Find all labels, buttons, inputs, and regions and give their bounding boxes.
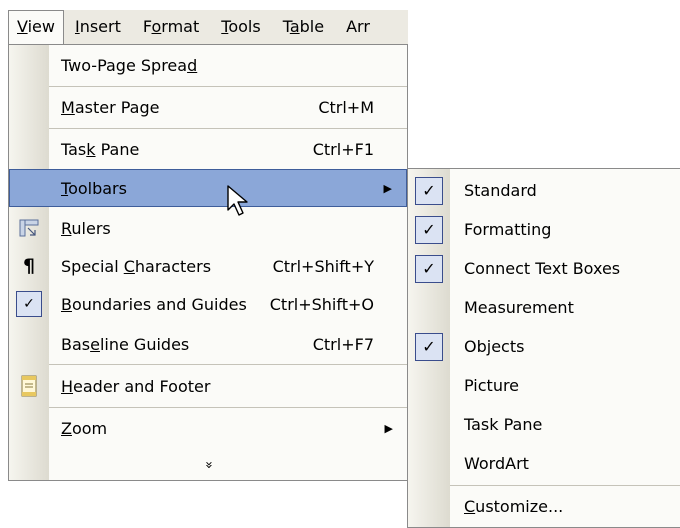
check-icon: ✓: [415, 176, 443, 205]
menu-item-label: Zoom: [61, 418, 108, 438]
menu-arrange[interactable]: Arr: [335, 10, 381, 44]
toolbar-item-standard[interactable]: ✓ Standard: [408, 171, 680, 210]
menu-item-label: Formatting: [464, 220, 552, 239]
menu-item-boundaries-and-guides[interactable]: ✓ Boundaries and Guides Ctrl+Shift+O: [9, 285, 407, 323]
header-footer-icon: [16, 373, 42, 399]
toolbar-item-formatting[interactable]: ✓ Formatting: [408, 210, 680, 249]
menu-item-label: Objects: [464, 337, 525, 356]
shortcut-label: Ctrl+Shift+O: [269, 294, 374, 314]
menu-separator: [450, 485, 680, 486]
menu-item-header-and-footer[interactable]: Header and Footer: [9, 367, 407, 405]
menu-format-pre: F: [142, 17, 152, 36]
shortcut-label: Ctrl+F1: [312, 139, 374, 159]
menu-format-label: rmat: [161, 17, 200, 36]
menu-tools[interactable]: Tools: [210, 10, 271, 44]
pilcrow-icon: ¶: [22, 255, 36, 277]
toolbar-item-task-pane[interactable]: Task Pane: [408, 405, 680, 444]
menu-item-label: Boundaries and Guides: [61, 294, 247, 314]
menu-item-task-pane[interactable]: Task Pane Ctrl+F1: [9, 130, 407, 168]
menu-format[interactable]: Format: [132, 10, 210, 44]
menu-item-toolbars[interactable]: Toolbars ▶: [9, 169, 407, 207]
menu-item-label: Header and Footer: [61, 376, 211, 396]
menu-item-label: Task Pane: [464, 415, 543, 434]
menu-item-special-characters[interactable]: ¶ Special Characters Ctrl+Shift+Y: [9, 247, 407, 285]
mouse-pointer-icon: [226, 184, 252, 222]
menu-item-label: Customize...: [464, 497, 564, 516]
menu-item-label: Connect Text Boxes: [464, 259, 621, 278]
menu-item-label: Task Pane: [61, 139, 140, 159]
expand-menu-chevron-icon[interactable]: »: [197, 452, 219, 478]
menu-item-zoom[interactable]: Zoom ▶: [9, 409, 407, 447]
toolbars-submenu: ✓ Standard ✓ Formatting ✓ Connect Text B…: [407, 168, 680, 528]
menu-separator: [49, 86, 407, 87]
menu-item-label: Master Page: [61, 97, 160, 117]
menu-item-baseline-guides[interactable]: Baseline Guides Ctrl+F7: [9, 325, 407, 363]
view-menu: Two-Page Spread Master Page Ctrl+M Task …: [8, 44, 408, 481]
toolbar-item-wordart[interactable]: WordArt: [408, 444, 680, 483]
menu-table-pre: T: [282, 17, 290, 36]
menu-separator: [49, 364, 407, 365]
menu-format-mnemonic: o: [151, 17, 162, 36]
menu-item-label: Special Characters: [61, 256, 212, 276]
menu-table[interactable]: Table: [272, 10, 335, 44]
menu-bar: View Insert Format Tools Table Arr: [8, 10, 408, 45]
check-icon: ✓: [415, 332, 443, 361]
toolbar-item-objects[interactable]: ✓ Objects: [408, 327, 680, 366]
menu-item-label: Measurement: [464, 298, 574, 317]
menu-insert-label: nsert: [79, 17, 121, 36]
menu-item-label: Toolbars: [61, 178, 127, 198]
check-icon: ✓: [415, 215, 443, 244]
menu-view-label: iew: [27, 16, 55, 36]
rulers-icon: [16, 215, 42, 241]
menu-item-label: Baseline Guides: [61, 334, 190, 354]
toolbar-item-connect-text-boxes[interactable]: ✓ Connect Text Boxes: [408, 249, 680, 288]
menu-item-two-page-spread[interactable]: Two-Page Spread: [9, 46, 407, 84]
menu-item-label: Picture: [464, 376, 520, 395]
check-icon: ✓: [415, 254, 443, 283]
menu-insert[interactable]: Insert: [64, 10, 132, 44]
menu-table-mnemonic: a: [289, 17, 300, 36]
toolbar-item-measurement[interactable]: Measurement: [408, 288, 680, 327]
menu-item-label: Standard: [464, 181, 537, 200]
menu-separator: [49, 128, 407, 129]
menu-item-rulers[interactable]: Rulers: [9, 209, 407, 247]
menu-arrange-label: Arr: [346, 17, 370, 36]
menu-separator: [49, 407, 407, 408]
shortcut-label: Ctrl+Shift+Y: [272, 256, 374, 276]
submenu-arrow-icon: ▶: [383, 181, 392, 195]
menu-table-label: ble: [299, 17, 325, 36]
menu-item-label: WordArt: [464, 454, 529, 473]
shortcut-label: Ctrl+M: [318, 97, 374, 117]
menu-item-master-page[interactable]: Master Page Ctrl+M: [9, 88, 407, 126]
menu-view-mnemonic: V: [17, 16, 28, 36]
toolbar-item-customize[interactable]: Customize...: [408, 487, 680, 526]
menu-item-label: Rulers: [61, 218, 111, 238]
check-icon: ✓: [16, 291, 42, 317]
menu-view[interactable]: View: [8, 10, 64, 44]
menu-tools-label: ools: [228, 17, 261, 36]
menu-item-label: Two-Page Spread: [61, 55, 198, 75]
submenu-arrow-icon: ▶: [384, 421, 393, 435]
toolbar-item-picture[interactable]: Picture: [408, 366, 680, 405]
shortcut-label: Ctrl+F7: [312, 334, 374, 354]
